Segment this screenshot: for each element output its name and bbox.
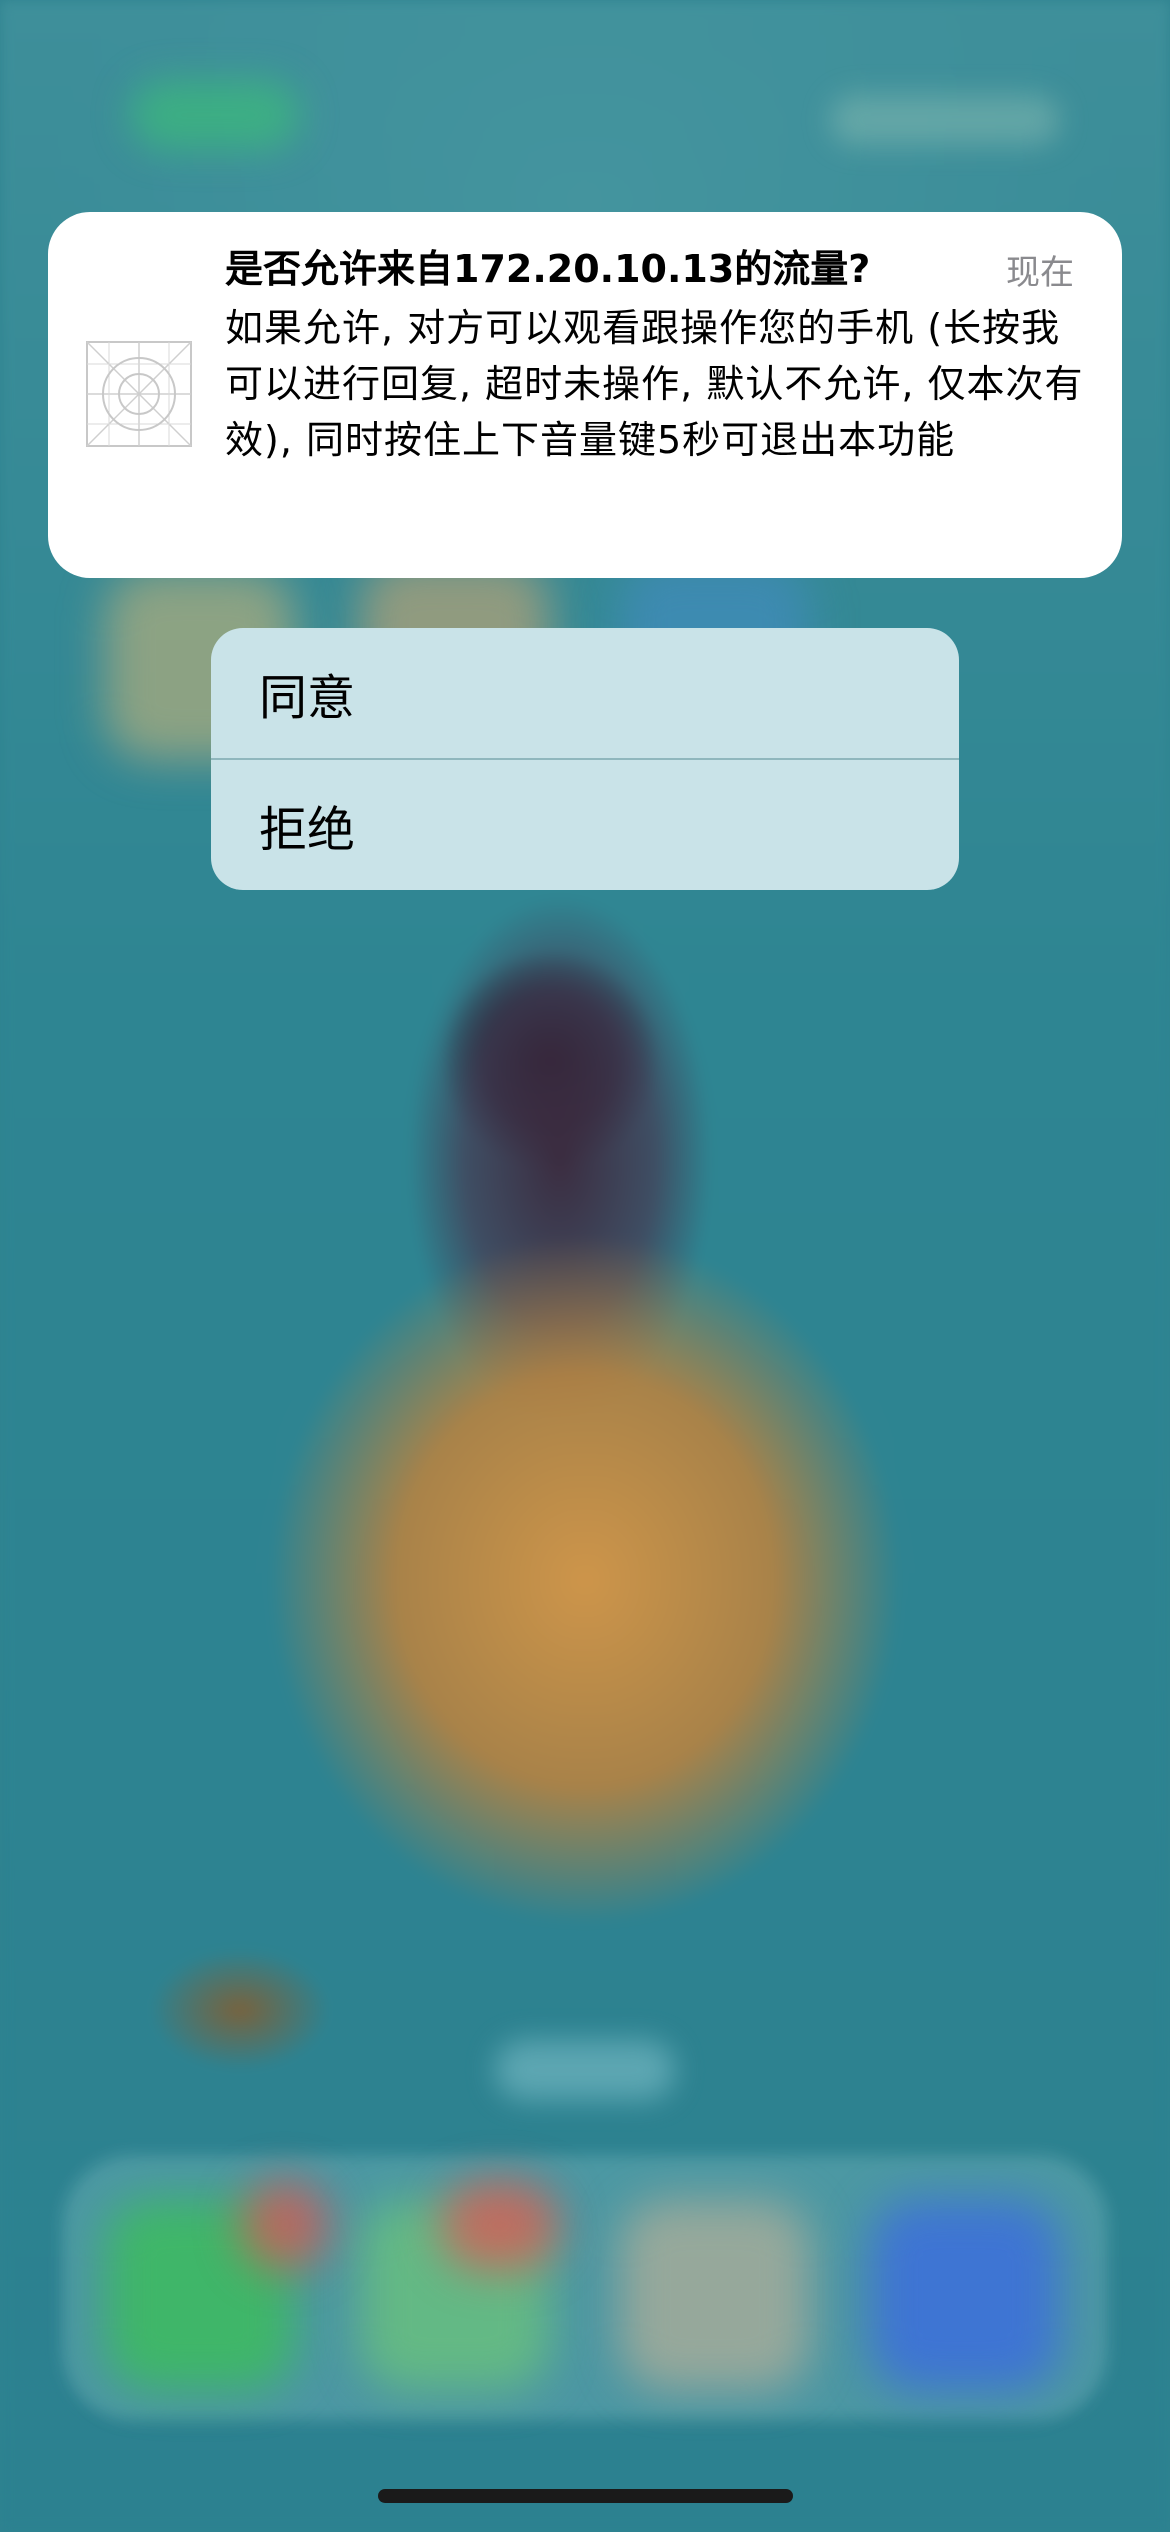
agree-button[interactable]: 同意 <box>211 628 959 758</box>
app-placeholder-icon <box>85 340 193 448</box>
status-bar-indicators-blur <box>830 95 1060 145</box>
reject-button[interactable]: 拒绝 <box>211 760 959 890</box>
status-bar-time-blur <box>130 80 300 150</box>
chrome-app-icon <box>620 2200 810 2390</box>
home-indicator[interactable] <box>378 2489 793 2503</box>
notification-title: 是否允许来自172.20.10.13的流量? <box>225 247 871 291</box>
blue-app-icon <box>870 2200 1060 2390</box>
notification-actions-menu: 同意 拒绝 <box>211 628 959 890</box>
notification-time: 现在 <box>1006 253 1074 293</box>
badge-blur <box>440 2180 560 2270</box>
badge-blur <box>240 2180 330 2270</box>
page-dots-blur <box>495 2040 675 2100</box>
notification-body: 如果允许, 对方可以观看跟操作您的手机 (长按我可以进行回复, 超时未操作, 默… <box>225 306 1084 462</box>
